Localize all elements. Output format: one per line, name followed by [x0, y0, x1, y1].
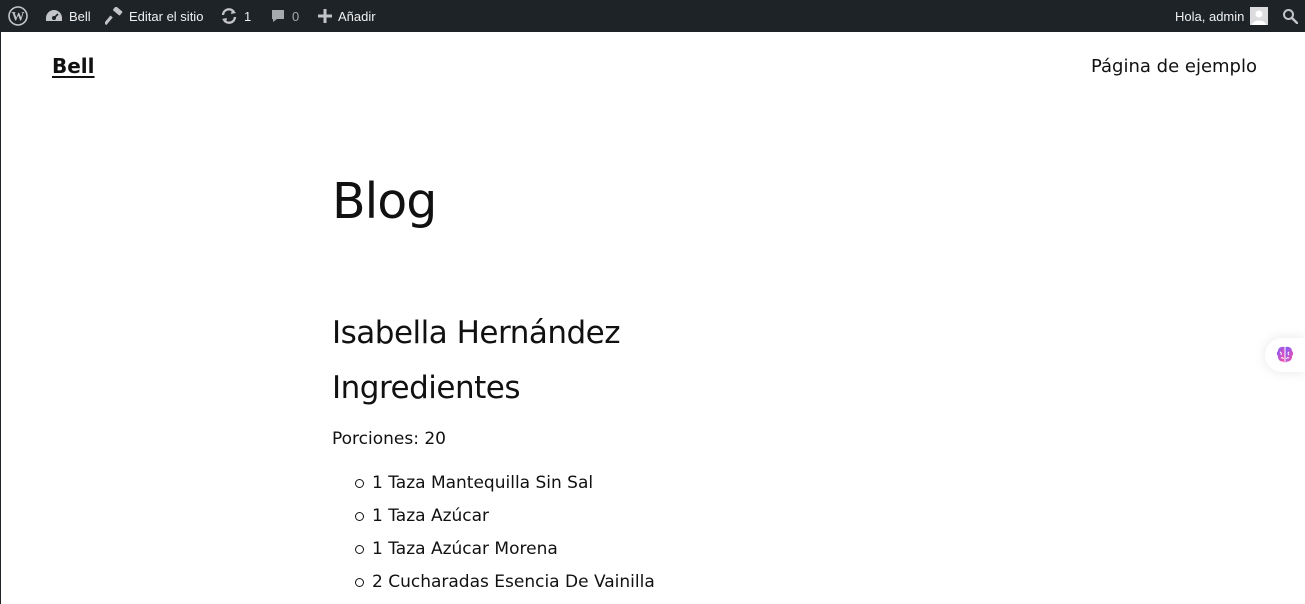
hammer-edit-icon — [105, 7, 123, 25]
brain-icon — [1275, 345, 1295, 365]
ingredient-item: 1 Taza Azúcar Morena — [355, 536, 655, 569]
admin-bar: W Bell Editar el sitio 1 0 Añadir Hola, … — [0, 0, 1305, 32]
edit-site-link[interactable]: Editar el sitio — [105, 0, 203, 32]
updates-count: 1 — [244, 8, 252, 24]
greeting-label: Hola, admin — [1175, 8, 1245, 24]
user-avatar-icon — [1250, 7, 1269, 25]
ingredient-item: 1 Taza Azúcar — [355, 503, 655, 536]
ingredient-item: 2 Cucharadas Esencia De Vainilla — [355, 569, 655, 602]
new-content-label: Añadir — [338, 8, 376, 24]
comments-count: 0 — [292, 8, 300, 24]
servings-text: Porciones: 20 — [332, 429, 446, 449]
floating-assistant-button[interactable] — [1265, 338, 1305, 372]
search-icon — [1282, 8, 1298, 24]
site-name-menu[interactable]: Bell — [45, 0, 91, 32]
svg-text:W: W — [12, 9, 25, 24]
site-title-link[interactable]: Bell — [52, 54, 95, 78]
dashboard-gauge-icon — [45, 8, 63, 24]
plus-icon — [318, 9, 332, 23]
wordpress-menu[interactable]: W — [8, 0, 28, 32]
admin-search-button[interactable] — [1282, 0, 1298, 32]
new-content-menu[interactable]: Añadir — [318, 0, 376, 32]
site-name-label: Bell — [69, 8, 91, 24]
post-title-link[interactable]: Isabella Hernández — [332, 312, 621, 354]
updates-link[interactable]: 1 — [220, 0, 251, 32]
nav-item-sample-page[interactable]: Página de ejemplo — [1091, 56, 1257, 77]
refresh-updates-icon — [220, 7, 238, 25]
my-account-menu[interactable]: Hola, admin — [1175, 0, 1269, 32]
edit-site-label: Editar el sitio — [129, 8, 204, 24]
ingredients-heading: Ingredientes — [332, 370, 521, 406]
wordpress-logo-icon: W — [8, 6, 28, 26]
comment-bubble-icon — [270, 8, 286, 24]
page-title: Blog — [332, 173, 437, 230]
ingredients-list: 1 Taza Mantequilla Sin Sal 1 Taza Azúcar… — [332, 470, 655, 602]
site-page: Bell Página de ejemplo Blog Isabella Her… — [0, 32, 1305, 604]
ingredient-item: 1 Taza Mantequilla Sin Sal — [355, 470, 655, 503]
comments-link[interactable]: 0 — [270, 0, 299, 32]
